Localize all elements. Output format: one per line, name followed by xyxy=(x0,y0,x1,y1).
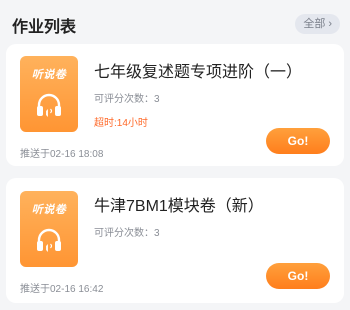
headphones-icon xyxy=(37,228,61,252)
score-count-text: 可评分次数：3 xyxy=(94,228,160,239)
headphones-icon xyxy=(37,93,61,117)
see-all-button[interactable]: 全部 › xyxy=(295,14,340,34)
assignment-cover: 听说卷 xyxy=(20,191,78,267)
assignment-card[interactable]: 听说卷 七年级复述题专项进阶（一） 可评分次数：3 超时:14小时 推送于02-… xyxy=(6,44,344,166)
overdue-text: 超时:14小时 xyxy=(94,118,148,129)
page-title: 作业列表 xyxy=(12,19,77,36)
cover-label: 听说卷 xyxy=(31,204,67,216)
page-header: 作业列表 全部 › xyxy=(0,0,350,44)
go-button[interactable]: Go! xyxy=(266,128,330,154)
see-all-label: 全部 xyxy=(303,18,326,30)
assignment-title: 七年级复述题专项进阶（一） xyxy=(94,64,303,81)
pushed-time: 推送于02-16 16:42 xyxy=(20,284,104,295)
pushed-time: 推送于02-16 18:08 xyxy=(20,149,104,160)
assignment-card[interactable]: 听说卷 牛津7BM1模块卷（新） 可评分次数：3 推送于02-16 16:42 … xyxy=(6,178,344,303)
cover-label: 听说卷 xyxy=(31,69,67,81)
chevron-right-icon: › xyxy=(328,18,332,30)
go-button[interactable]: Go! xyxy=(266,263,330,289)
score-count-text: 可评分次数：3 xyxy=(94,94,160,105)
assignment-cover: 听说卷 xyxy=(20,56,78,132)
assignment-title: 牛津7BM1模块卷（新） xyxy=(94,198,264,215)
